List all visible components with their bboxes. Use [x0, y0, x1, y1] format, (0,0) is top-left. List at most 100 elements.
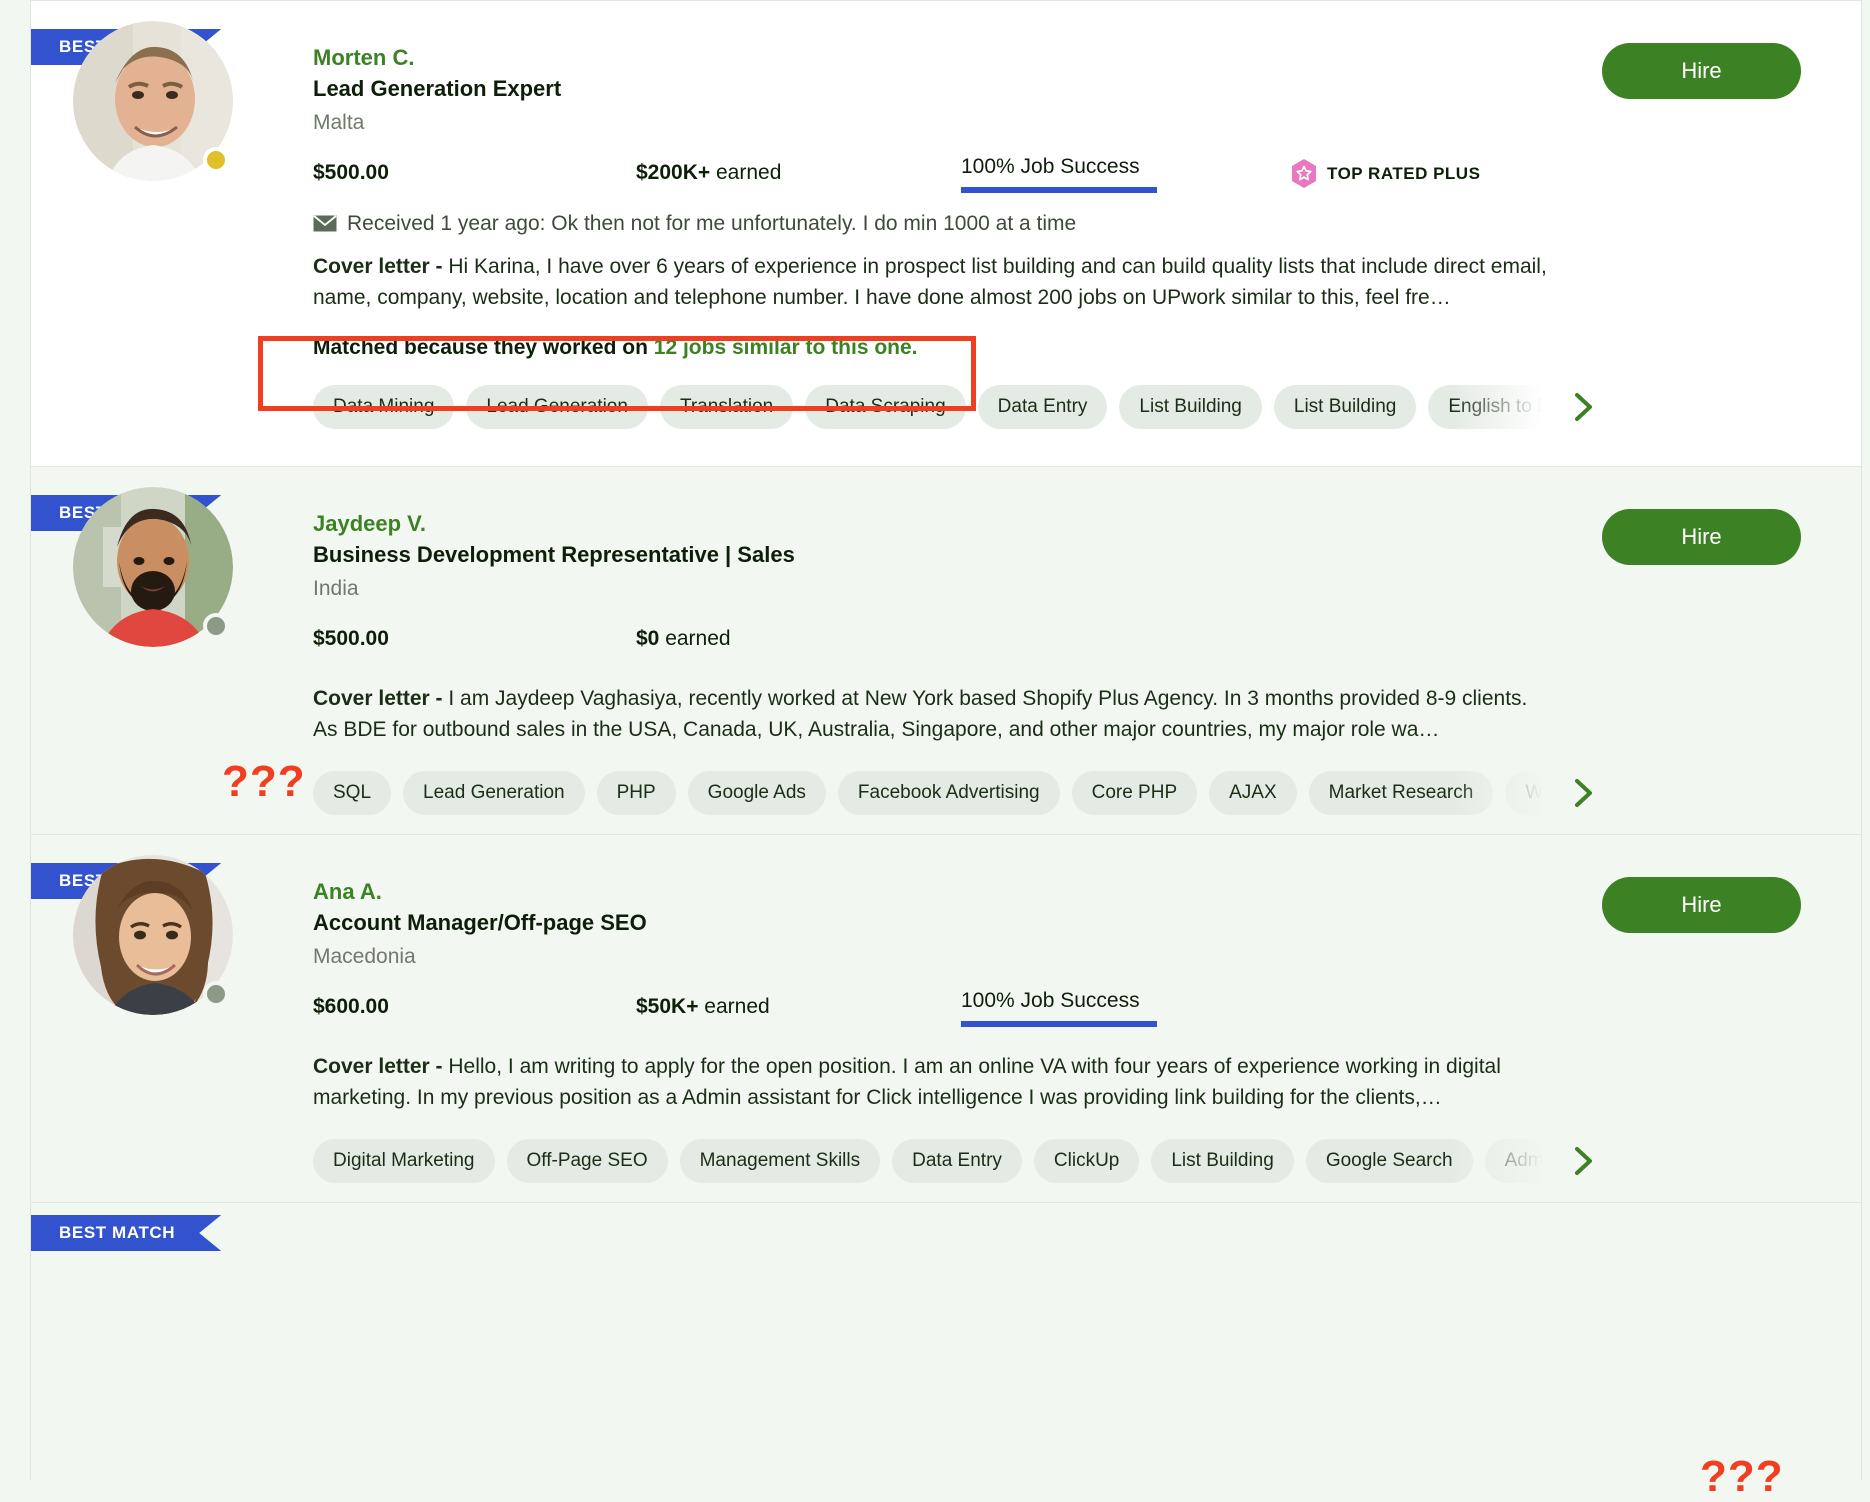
best-match-ribbon: BEST MATCH	[31, 1215, 221, 1251]
top-rated-plus-label: TOP RATED PLUS	[1327, 163, 1481, 183]
skill-chip[interactable]: Administrati	[1484, 1139, 1548, 1183]
skill-chip[interactable]: Data Scraping	[805, 385, 966, 429]
freelancer-location: Macedonia	[313, 945, 416, 968]
annotation-question-marks-card4: ???	[1700, 1452, 1784, 1501]
proposal-card: BEST MATCH	[31, 834, 1861, 1202]
hire-button[interactable]: Hire	[1602, 43, 1801, 99]
skill-chip[interactable]: List Building	[1151, 1139, 1294, 1183]
earned-suffix: earned	[698, 995, 770, 1018]
skills-next-chevron-icon[interactable]	[1565, 775, 1601, 811]
skill-chip[interactable]: SQL	[313, 771, 392, 815]
total-earned: $200K+ earned	[636, 161, 781, 185]
skill-chip[interactable]: ClickUp	[1033, 1139, 1140, 1183]
skill-chip[interactable]: Website Bui	[1505, 771, 1548, 815]
bid-rate: $500.00	[313, 161, 389, 184]
card-content: Hire Jaydeep V. Business Development Rep…	[313, 509, 1801, 815]
freelancer-title: Business Development Representative | Sa…	[313, 542, 795, 567]
skill-chip[interactable]: Data Entry	[892, 1139, 1022, 1183]
freelancer-title: Account Manager/Off-page SEO	[313, 910, 647, 935]
card-content: Hire Ana A. Account Manager/Off-page SEO…	[313, 877, 1801, 1183]
status-indicator	[203, 613, 229, 639]
freelancer-location: India	[313, 577, 359, 600]
matched-reason-prefix: Matched because they worked on	[313, 336, 654, 359]
freelancer-name[interactable]: Jaydeep V.	[313, 509, 1801, 539]
skill-chip[interactable]: Lead Generation	[466, 385, 648, 429]
received-message-text: Received 1 year ago: Ok then not for me …	[347, 212, 1077, 235]
freelancer-location: Malta	[313, 111, 365, 134]
matched-jobs-link[interactable]: 12 jobs similar to this one.	[654, 336, 918, 359]
status-indicator	[203, 147, 229, 173]
freelancer-name[interactable]: Ana A.	[313, 877, 1801, 907]
freelancer-name[interactable]: Morten C.	[313, 43, 1801, 73]
cover-letter-label: Cover letter -	[313, 687, 449, 710]
avatar-column	[73, 487, 235, 647]
skill-chip[interactable]: Management Skills	[679, 1139, 881, 1183]
job-success-score: 100% Job Success	[961, 153, 1157, 193]
hire-button[interactable]: Hire	[1602, 509, 1801, 565]
earned-suffix: earned	[659, 627, 731, 650]
proposal-list: BEST MATCH	[31, 0, 1861, 1322]
list-right-divider	[1861, 0, 1862, 1480]
hire-button[interactable]: Hire	[1602, 877, 1801, 933]
cover-letter-label: Cover letter -	[313, 255, 449, 278]
top-rated-plus-icon	[1291, 159, 1317, 188]
skill-chip[interactable]: Facebook Advertising	[837, 771, 1060, 815]
avatar[interactable]	[73, 487, 233, 647]
cover-letter: Cover letter - I am Jaydeep Vaghasiya, r…	[313, 683, 1548, 745]
skill-chip[interactable]: AJAX	[1209, 771, 1297, 815]
cover-letter-text: I am Jaydeep Vaghasiya, recently worked …	[313, 687, 1528, 741]
skills-next-chevron-icon[interactable]	[1565, 389, 1601, 425]
skill-chip[interactable]: English to Danish T	[1428, 385, 1548, 429]
earned-amount: $200K+	[636, 161, 711, 184]
received-message: Received 1 year ago: Ok then not for me …	[313, 207, 1801, 241]
skill-chip[interactable]: Market Research	[1308, 771, 1494, 815]
skill-chip[interactable]: List Building	[1119, 385, 1262, 429]
skills-list: Data Mining Lead Generation Translation …	[313, 385, 1548, 429]
total-earned: $50K+ earned	[636, 995, 770, 1019]
earned-amount: $0	[636, 627, 660, 650]
proposal-card: BEST MATCH	[31, 0, 1861, 466]
skills-list: SQL Lead Generation PHP Google Ads Faceb…	[313, 771, 1548, 815]
skill-chip[interactable]: Off-Page SEO	[506, 1139, 668, 1183]
bid-rate: $500.00	[313, 627, 389, 650]
job-success-label: 100% Job Success	[961, 989, 1140, 1012]
stats-row: $600.00 $50K+ earned 100% Job Success	[313, 987, 1801, 1033]
skills-next-chevron-icon[interactable]	[1565, 1143, 1601, 1179]
cover-letter: Cover letter - Hi Karina, I have over 6 …	[313, 251, 1548, 313]
cover-letter-text: Hello, I am writing to apply for the ope…	[313, 1055, 1501, 1109]
skill-chip[interactable]: Digital Marketing	[313, 1139, 495, 1183]
status-indicator	[203, 981, 229, 1007]
skill-chip[interactable]: Translation	[659, 385, 794, 429]
job-success-label: 100% Job Success	[961, 155, 1140, 178]
skills-row: Data Mining Lead Generation Translation …	[313, 385, 1801, 429]
job-success-bar	[961, 187, 1157, 193]
matched-reason: Matched because they worked on 12 jobs s…	[313, 333, 1801, 363]
skill-chip[interactable]: Google Search	[1305, 1139, 1473, 1183]
skill-chip[interactable]: PHP	[596, 771, 676, 815]
cover-letter: Cover letter - Hello, I am writing to ap…	[313, 1051, 1548, 1113]
skills-list: Digital Marketing Off-Page SEO Managemen…	[313, 1139, 1548, 1183]
candidate-list-page: BEST MATCH	[0, 0, 1870, 1501]
cover-letter-text: Hi Karina, I have over 6 years of experi…	[313, 255, 1547, 309]
skill-chip[interactable]: Google Ads	[687, 771, 826, 815]
cover-letter-label: Cover letter -	[313, 1055, 449, 1078]
job-success-score: 100% Job Success	[961, 987, 1157, 1027]
proposal-card: BEST MATCH	[31, 1202, 1861, 1322]
stats-row: $500.00 $0 earned	[313, 619, 1801, 665]
skill-chip[interactable]: Data Mining	[313, 385, 455, 429]
envelope-icon	[313, 209, 337, 243]
earned-amount: $50K+	[636, 995, 699, 1018]
skill-chip[interactable]: List Building	[1273, 385, 1417, 429]
bid-rate: $600.00	[313, 995, 389, 1018]
earned-suffix: earned	[710, 161, 782, 184]
skill-chip[interactable]: Data Entry	[977, 385, 1108, 429]
freelancer-title: Lead Generation Expert	[313, 76, 562, 101]
skill-chip[interactable]: Lead Generation	[403, 771, 585, 815]
proposal-card: BEST MATCH	[31, 466, 1861, 834]
skills-row: Digital Marketing Off-Page SEO Managemen…	[313, 1139, 1801, 1183]
total-earned: $0 earned	[636, 627, 731, 651]
avatar-column	[73, 855, 235, 1015]
avatar[interactable]	[73, 21, 233, 181]
avatar[interactable]	[73, 855, 233, 1015]
skill-chip[interactable]: Core PHP	[1071, 771, 1198, 815]
